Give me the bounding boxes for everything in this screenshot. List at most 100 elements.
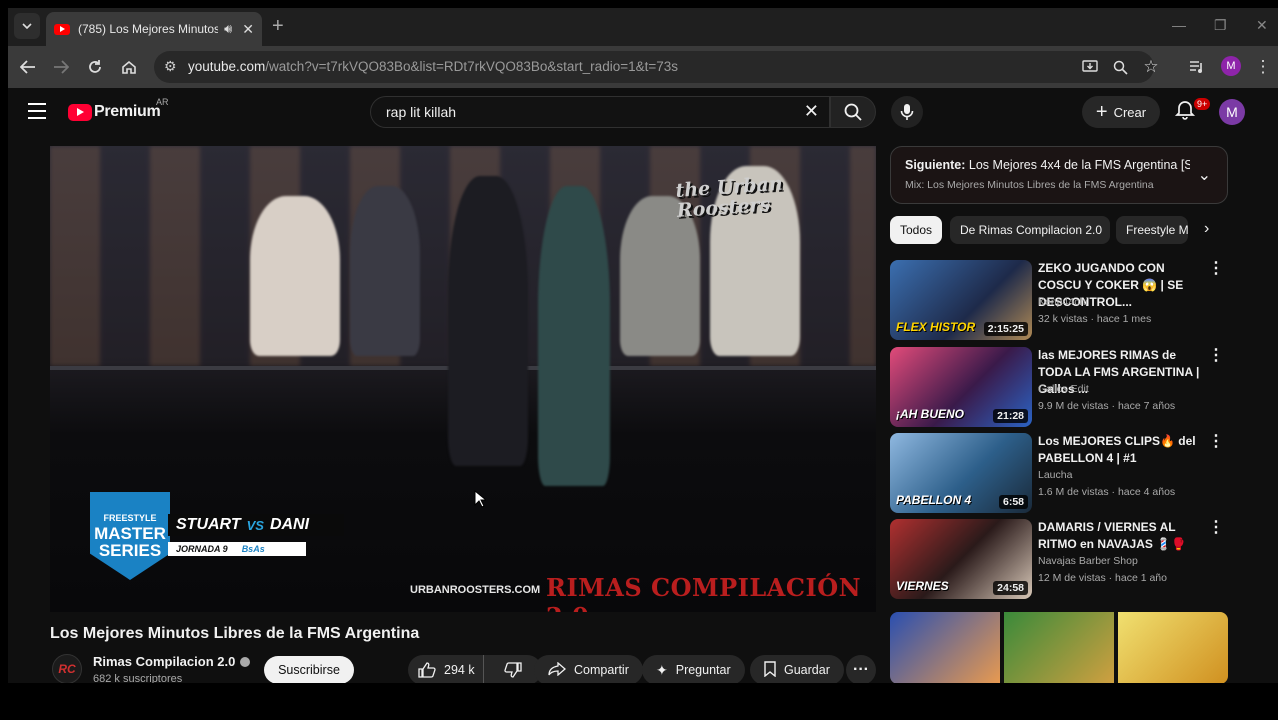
site-info-icon[interactable]: ⚙︎ <box>164 58 177 75</box>
duration-badge: 6:58 <box>998 495 1028 509</box>
account-avatar[interactable]: M <box>1219 99 1245 125</box>
video-thumbnail[interactable] <box>1004 612 1114 683</box>
hamburger-menu-icon[interactable] <box>28 103 46 119</box>
up-next-label: Siguiente: <box>905 158 966 172</box>
channel-name[interactable]: Laucha <box>1038 469 1072 481</box>
channel-name[interactable]: Rimas Compilacion 2.0 <box>93 654 235 669</box>
chip-channel[interactable]: De Rimas Compilacion 2.0 <box>950 216 1110 244</box>
tab-search-button[interactable] <box>14 13 40 39</box>
save-label: Guardar <box>784 663 830 677</box>
video-thumbnail[interactable] <box>890 612 1000 683</box>
list-item[interactable]: FLEX HISTOR 2:15:25 ZEKO JUGANDO CON COS… <box>890 260 1228 340</box>
vs-label: VS <box>246 517 264 533</box>
video-figure <box>538 186 610 486</box>
bookmark-star-icon[interactable]: ☆ <box>1141 57 1161 77</box>
youtube-premium-logo[interactable]: Premium AR <box>68 97 169 121</box>
filter-chips: Todos De Rimas Compilacion 2.0 Freestyle… <box>890 216 1228 246</box>
share-icon <box>548 661 566 679</box>
home-icon[interactable] <box>119 57 139 77</box>
up-next-panel[interactable]: Siguiente: Los Mejores 4x4 de la FMS Arg… <box>890 146 1228 204</box>
chip-todos[interactable]: Todos <box>890 216 942 244</box>
list-item[interactable]: ¡AH BUENO 21:28 las MEJORES RIMAS de TOD… <box>890 347 1228 427</box>
video-meta: 9.9 M de vistas · hace 7 años <box>1038 400 1176 412</box>
badge-line: FREESTYLE <box>103 512 157 523</box>
video-thumbnail[interactable]: VIERNES 24:58 <box>890 519 1032 599</box>
more-vert-icon[interactable]: ⋮ <box>1253 57 1273 77</box>
reload-icon[interactable] <box>85 57 105 77</box>
clear-search-icon[interactable]: ✕ <box>804 101 819 122</box>
video-thumbnail[interactable] <box>1118 612 1228 683</box>
more-vert-icon[interactable]: ⋮ <box>1208 348 1224 364</box>
media-control-icon[interactable] <box>1187 57 1207 77</box>
more-vert-icon[interactable]: ⋮ <box>1208 520 1224 536</box>
channel-name-row[interactable]: Rimas Compilacion 2.0 <box>93 654 251 669</box>
tab-title: (785) Los Mejores Minutos L <box>78 22 219 36</box>
channel-name[interactable]: Navajas Barber Shop <box>1038 555 1138 567</box>
notification-badge: 9+ <box>1194 98 1211 110</box>
new-tab-button[interactable]: + <box>272 16 284 36</box>
video-figure <box>350 186 420 356</box>
location-label: BsAs <box>241 544 265 554</box>
address-bar[interactable]: ⚙︎ youtube.com/watch?v=t7rkVQO83Bo&list=… <box>154 51 1154 83</box>
back-icon[interactable] <box>18 57 38 77</box>
ask-button[interactable]: ✦ Preguntar <box>642 655 745 683</box>
channel-name[interactable]: Gallos Edit <box>1038 383 1089 395</box>
create-label: Crear <box>1113 104 1147 120</box>
close-tab-icon[interactable]: ✕ <box>242 21 254 38</box>
up-next-line: Siguiente: Los Mejores 4x4 de la FMS Arg… <box>905 158 1190 172</box>
search-button[interactable] <box>830 96 876 128</box>
video-title: Los Mejores Minutos Libres de la FMS Arg… <box>50 625 420 642</box>
list-item[interactable]: VIERNES 24:58 DAMARIS / VIERNES AL RITMO… <box>890 519 1228 599</box>
thumbnail-text: VIERNES <box>896 579 949 593</box>
subscribe-button[interactable]: Suscribirse <box>264 656 354 683</box>
search-query: rap lit killah <box>386 104 457 120</box>
close-window-icon[interactable]: ✕ <box>1256 17 1268 34</box>
speaker-icon[interactable]: 🔊︎ <box>224 21 232 37</box>
video-title[interactable]: Los MEJORES CLIPS🔥 del PABELLON 4 | #1 <box>1038 433 1210 467</box>
share-label: Compartir <box>574 663 629 677</box>
thumbs-down-icon <box>504 662 522 678</box>
more-vert-icon[interactable]: ⋮ <box>1208 261 1224 277</box>
zoom-icon[interactable] <box>1110 57 1130 77</box>
channel-avatar[interactable]: RC <box>52 654 82 683</box>
restore-icon[interactable]: ❐ <box>1214 17 1227 34</box>
ask-label: Preguntar <box>675 663 731 677</box>
country-code: AR <box>156 97 169 107</box>
up-next-title: Los Mejores 4x4 de la FMS Argentina [S..… <box>968 158 1190 172</box>
minimize-icon[interactable]: — <box>1172 17 1186 33</box>
like-button[interactable]: 294 k <box>408 655 484 683</box>
video-player[interactable]: the Urban Roosters FREESTYLE MASTER SERI… <box>50 146 876 612</box>
voice-search-button[interactable] <box>891 96 923 128</box>
channel-name[interactable]: Kenp44chi <box>1038 296 1088 308</box>
chevron-right-icon[interactable]: › <box>1204 220 1209 238</box>
video-title[interactable]: DAMARIS / VIERNES AL RITMO en NAVAJAS 💈🥊 <box>1038 519 1210 553</box>
create-button[interactable]: + Crear <box>1082 96 1160 128</box>
more-actions-icon[interactable]: ··· <box>846 655 876 683</box>
profile-avatar[interactable]: M <box>1221 56 1241 76</box>
video-thumbnail[interactable]: ¡AH BUENO 21:28 <box>890 347 1032 427</box>
browser-tab[interactable]: (785) Los Mejores Minutos L 🔊︎ ✕ <box>46 12 262 46</box>
subscriber-count: 682 k suscriptores <box>93 673 183 683</box>
mix-name: Mix: Los Mejores Minutos Libres de la FM… <box>905 179 1154 191</box>
thumbnail-text: ¡AH BUENO <box>896 407 964 421</box>
share-button[interactable]: Compartir <box>534 655 643 683</box>
install-app-icon[interactable] <box>1080 57 1100 77</box>
more-vert-icon[interactable]: ⋮ <box>1208 434 1224 450</box>
shorts-thumbnails[interactable] <box>890 612 1228 683</box>
channel-watermark: RIMAS COMPILACIÓN 2.0 <box>546 573 862 612</box>
search-input[interactable]: rap lit killah ✕ <box>370 96 830 128</box>
masthead: Premium AR rap lit killah ✕ + Crear 9+ M <box>8 88 1270 136</box>
video-thumbnail[interactable]: FLEX HISTOR 2:15:25 <box>890 260 1032 340</box>
chevron-down-icon[interactable]: ⌄ <box>1198 165 1211 185</box>
url-path: /watch?v=t7rkVQO83Bo&list=RDt7rkVQO83Bo&… <box>265 59 679 74</box>
forward-icon[interactable] <box>51 57 71 77</box>
thumbnail-text: FLEX HISTOR <box>896 320 976 334</box>
video-meta: 12 M de vistas · hace 1 año <box>1038 572 1167 584</box>
list-item[interactable]: PABELLON 4 6:58 Los MEJORES CLIPS🔥 del P… <box>890 433 1228 513</box>
save-button[interactable]: Guardar <box>750 655 844 683</box>
chip-freestyle[interactable]: Freestyle M <box>1116 216 1188 244</box>
video-thumbnail[interactable]: PABELLON 4 6:58 <box>890 433 1032 513</box>
url-text[interactable]: youtube.com/watch?v=t7rkVQO83Bo&list=RDt… <box>188 59 678 74</box>
browser-toolbar: ⚙︎ youtube.com/watch?v=t7rkVQO83Bo&list=… <box>8 46 1278 88</box>
logo-text: Premium <box>94 103 161 120</box>
